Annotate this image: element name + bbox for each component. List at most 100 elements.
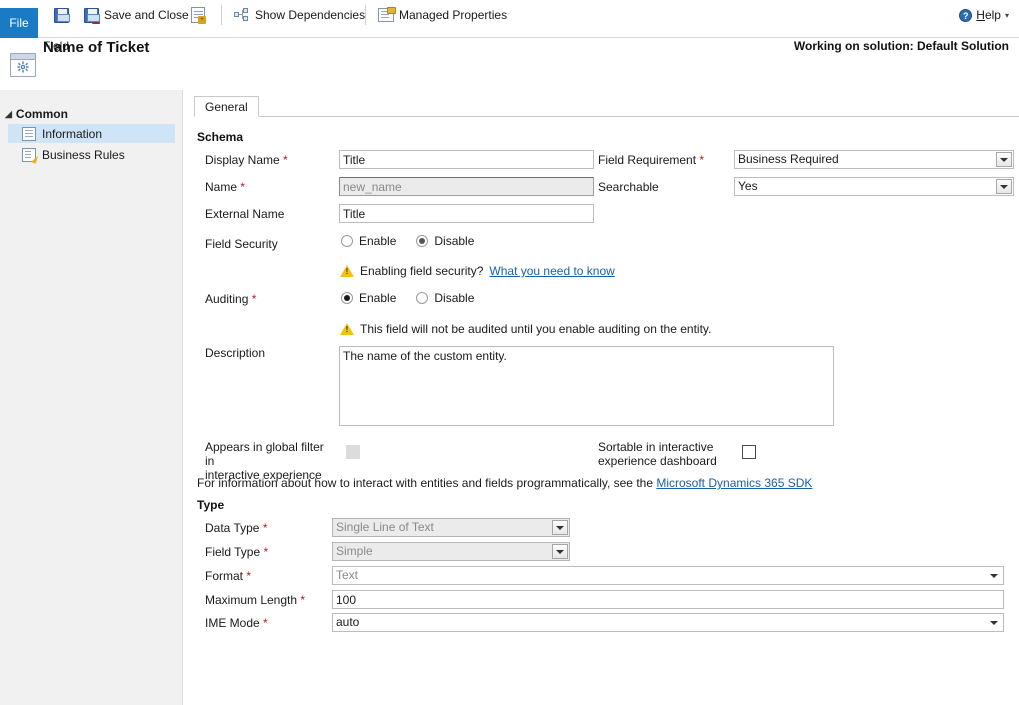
- managed-properties-button[interactable]: Managed Properties: [378, 0, 507, 30]
- chevron-down-icon[interactable]: [986, 568, 1002, 583]
- field-security-warning: Enabling field security? What you need t…: [340, 264, 615, 278]
- field-security-enable-radio[interactable]: [341, 235, 353, 247]
- auditing-enable-label[interactable]: Enable: [359, 291, 396, 305]
- sidebar-group-label: Common: [15, 107, 68, 121]
- show-dependencies-button[interactable]: Show Dependencies: [234, 0, 365, 30]
- managed-properties-icon: [378, 7, 396, 22]
- field-security-enable-label[interactable]: Enable: [359, 234, 396, 248]
- field-type-label: Field Type *: [205, 545, 268, 559]
- chevron-down-icon[interactable]: [996, 179, 1012, 194]
- data-type-value: Single Line of Text: [336, 520, 434, 534]
- sortable-checkbox[interactable]: [742, 445, 756, 459]
- save-and-new-button[interactable]: +: [191, 0, 206, 30]
- page-title: Name of Ticket: [43, 39, 150, 56]
- display-name-label: Display Name *: [205, 153, 288, 167]
- save-and-close-label: Save and Close: [104, 8, 189, 22]
- help-icon: ?: [959, 8, 973, 22]
- external-name-input[interactable]: [339, 204, 594, 223]
- sidebar-item-information[interactable]: Information: [8, 124, 175, 143]
- auditing-label-text: Auditing: [205, 292, 249, 306]
- format-value: Text: [336, 568, 359, 582]
- chevron-down-icon[interactable]: [986, 615, 1002, 630]
- sidebar-item-business-rules[interactable]: Business Rules: [8, 145, 175, 164]
- field-type-select[interactable]: Simple: [332, 542, 570, 561]
- field-gear-icon: [10, 53, 36, 77]
- solution-context-label: Working on solution: Default Solution: [793, 39, 1009, 53]
- format-label: Format *: [205, 569, 251, 583]
- global-filter-checkbox: [346, 445, 360, 459]
- ime-mode-label: IME Mode *: [205, 616, 268, 630]
- tab-strip-underline: [194, 116, 1019, 117]
- chevron-down-icon: ▾: [1004, 10, 1009, 20]
- maximum-length-label: Maximum Length *: [205, 593, 305, 607]
- page-header: Field Name of Ticket Working on solution…: [0, 39, 1019, 90]
- schema-section-title: Schema: [197, 130, 244, 144]
- chevron-down-icon[interactable]: [996, 152, 1012, 167]
- auditing-enable-radio[interactable]: [341, 292, 353, 304]
- required-asterisk: *: [297, 593, 306, 607]
- save-and-close-button[interactable]: x Save and Close: [84, 0, 189, 30]
- data-type-select[interactable]: Single Line of Text: [332, 518, 570, 537]
- maximum-length-input[interactable]: [332, 590, 1004, 609]
- field-type-value: Simple: [336, 544, 373, 558]
- command-bar: File x Save and Close + Show Dependencie…: [0, 0, 1019, 38]
- format-label-text: Format: [205, 569, 244, 583]
- searchable-value: Yes: [738, 179, 758, 193]
- format-select[interactable]: Text: [332, 566, 1004, 585]
- field-requirement-value: Business Required: [738, 152, 839, 166]
- save-and-close-icon: x: [84, 7, 100, 24]
- display-name-label-text: Display Name: [205, 153, 280, 167]
- chevron-down-icon[interactable]: [552, 520, 568, 535]
- sidebar-item-label: Business Rules: [42, 147, 125, 162]
- field-security-disable-label[interactable]: Disable: [434, 234, 474, 248]
- field-requirement-select[interactable]: Business Required: [734, 150, 1014, 169]
- tab-strip: General: [194, 96, 1019, 117]
- searchable-select[interactable]: Yes: [734, 177, 1014, 196]
- auditing-disable-radio[interactable]: [416, 292, 429, 304]
- save-icon: [54, 7, 70, 23]
- tab-general[interactable]: General: [194, 96, 259, 117]
- sortable-label: Sortable in interactive experience dashb…: [598, 440, 738, 468]
- field-security-help-link[interactable]: What you need to know: [489, 264, 614, 278]
- required-asterisk: *: [260, 545, 269, 559]
- sidebar-group-common[interactable]: ◢ Common: [5, 107, 68, 121]
- field-security-disable-radio[interactable]: [416, 235, 429, 247]
- required-asterisk: *: [696, 153, 705, 167]
- business-rules-icon: [22, 147, 36, 162]
- expand-collapse-icon: ◢: [5, 108, 12, 119]
- name-label: Name *: [205, 180, 245, 194]
- description-label: Description: [205, 346, 266, 360]
- chevron-down-icon[interactable]: [552, 544, 568, 559]
- required-asterisk: *: [248, 292, 257, 306]
- maximum-length-label-text: Maximum Length: [205, 593, 298, 607]
- sdk-link[interactable]: Microsoft Dynamics 365 SDK: [656, 476, 812, 490]
- sdk-note-text: For information about how to interact wi…: [197, 476, 653, 490]
- auditing-radio-group: Enable Disable: [341, 291, 474, 305]
- auditing-label: Auditing *: [205, 292, 256, 306]
- help-menu[interactable]: ? Help ▾: [959, 0, 1009, 30]
- name-input[interactable]: [339, 177, 594, 196]
- sdk-note: For information about how to interact wi…: [197, 476, 812, 490]
- external-name-label: External Name: [205, 207, 285, 221]
- global-filter-label-line1: Appears in global filter in: [205, 440, 324, 468]
- sortable-label-line2: experience dashboard: [598, 454, 717, 468]
- warning-icon: [340, 323, 354, 335]
- description-textarea[interactable]: [339, 346, 834, 426]
- searchable-label: Searchable: [598, 180, 659, 194]
- field-type-label-text: Field Type: [205, 545, 261, 559]
- field-security-label: Field Security: [205, 237, 278, 251]
- ime-mode-select[interactable]: auto: [332, 613, 1004, 632]
- show-dependencies-label: Show Dependencies: [255, 8, 366, 22]
- data-type-label-text: Data Type: [205, 521, 260, 535]
- save-button[interactable]: [54, 0, 70, 30]
- auditing-disable-label[interactable]: Disable: [434, 291, 474, 305]
- display-name-input[interactable]: [339, 150, 594, 169]
- file-tab[interactable]: File: [0, 8, 38, 38]
- data-type-label: Data Type *: [205, 521, 268, 535]
- field-requirement-label: Field Requirement *: [598, 153, 704, 167]
- name-label-text: Name: [205, 180, 238, 194]
- field-requirement-label-text: Field Requirement: [598, 153, 697, 167]
- save-and-new-icon: +: [191, 7, 206, 24]
- ime-mode-label-text: IME Mode: [205, 616, 260, 630]
- information-icon: [22, 126, 36, 141]
